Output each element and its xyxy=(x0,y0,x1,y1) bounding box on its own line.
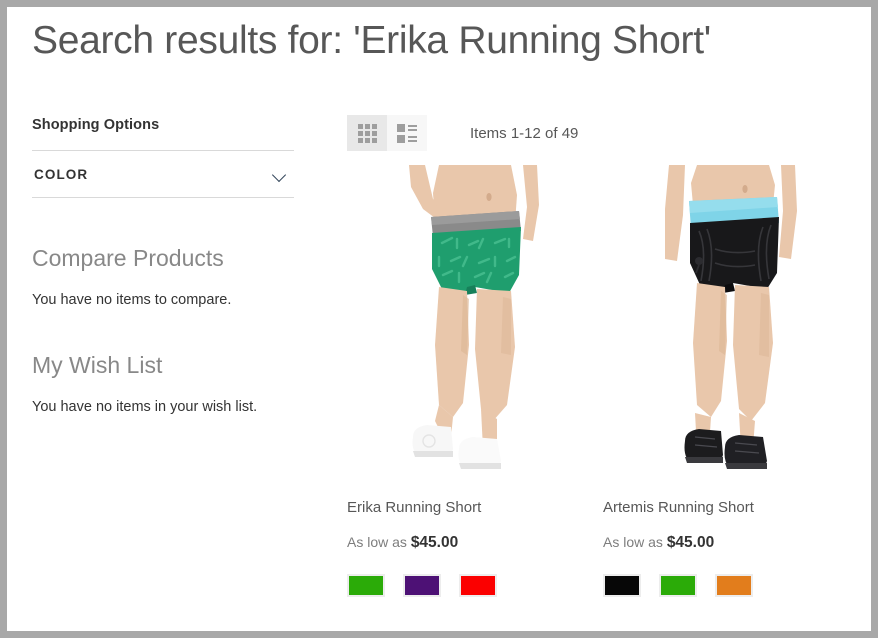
wish-list-heading: My Wish List xyxy=(32,352,163,378)
product-price: As low as $45.00 xyxy=(347,534,603,552)
product-swatches xyxy=(347,574,603,597)
compare-products-empty-text: You have no items to compare. xyxy=(32,292,232,308)
swatch-green[interactable] xyxy=(347,574,385,597)
filter-divider-bottom xyxy=(32,197,294,198)
swatch-orange[interactable] xyxy=(715,574,753,597)
price-prefix: As low as xyxy=(603,534,663,550)
price-prefix: As low as xyxy=(347,534,407,550)
product-item[interactable]: Erika Running Short As low as $45.00 xyxy=(347,165,603,597)
filter-label-color: COLOR xyxy=(34,167,89,182)
swatch-purple[interactable] xyxy=(403,574,441,597)
grid-icon xyxy=(357,123,377,143)
price-amount: $45.00 xyxy=(666,534,715,551)
wish-list-empty-text: You have no items in your wish list. xyxy=(32,399,258,415)
list-view-button[interactable] xyxy=(387,115,427,151)
product-list-main: Items 1-12 of 49 Erika Running Short As … xyxy=(347,115,859,597)
chevron-down-icon[interactable] xyxy=(273,170,288,179)
product-swatches xyxy=(603,574,859,597)
product-item[interactable]: Artemis Running Short As low as $45.00 xyxy=(603,165,859,597)
product-grid: Erika Running Short As low as $45.00 Art… xyxy=(347,165,859,597)
swatch-red[interactable] xyxy=(459,574,497,597)
list-icon xyxy=(397,123,417,143)
filter-item-color[interactable]: COLOR xyxy=(32,151,294,197)
sidebar: Shopping Options COLOR Compare Products … xyxy=(32,117,294,415)
product-name[interactable]: Erika Running Short xyxy=(347,499,603,516)
product-photo-svg-erika xyxy=(347,165,603,483)
swatch-black[interactable] xyxy=(603,574,641,597)
product-name[interactable]: Artemis Running Short xyxy=(603,499,859,516)
grid-view-button[interactable] xyxy=(347,115,387,151)
product-image-erika[interactable] xyxy=(347,165,603,483)
page-title: Search results for: 'Erika Running Short… xyxy=(32,19,711,62)
product-toolbar: Items 1-12 of 49 xyxy=(347,115,857,151)
items-count-label: Items 1-12 of 49 xyxy=(470,124,579,142)
page-frame: Search results for: 'Erika Running Short… xyxy=(7,7,871,631)
view-mode-switcher xyxy=(347,115,427,151)
price-amount: $45.00 xyxy=(410,534,459,551)
product-price: As low as $45.00 xyxy=(603,534,859,552)
compare-products-heading: Compare Products xyxy=(32,245,224,271)
product-image-artemis[interactable] xyxy=(603,165,859,483)
shopping-options-title: Shopping Options xyxy=(32,117,160,133)
product-photo-svg-artemis xyxy=(603,165,859,483)
swatch-green[interactable] xyxy=(659,574,697,597)
